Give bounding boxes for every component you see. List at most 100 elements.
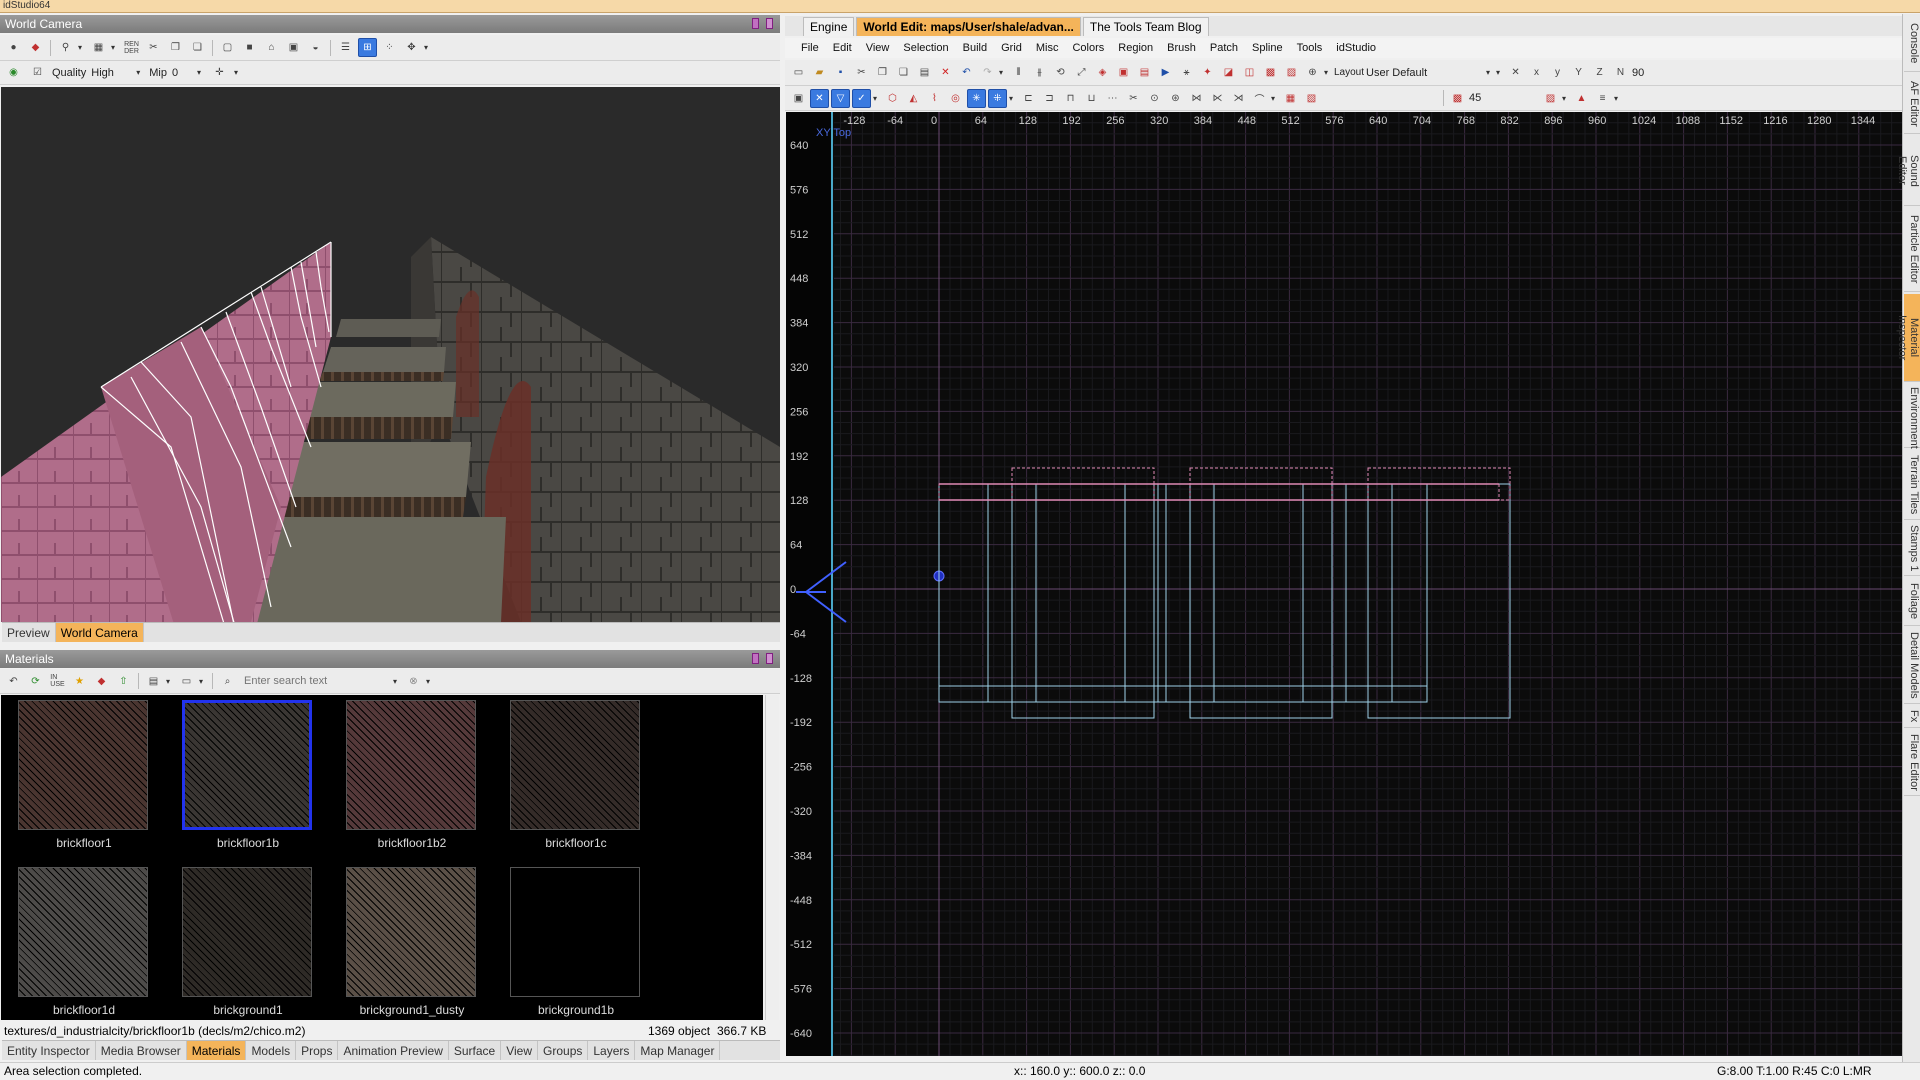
axis-yz-icon[interactable]: Y: [1569, 63, 1588, 82]
document-tab[interactable]: The Tools Team Blog: [1082, 17, 1209, 36]
cut-icon[interactable]: ✂: [852, 63, 871, 82]
box-icon[interactable]: ▢: [218, 38, 237, 57]
sphere-icon[interactable]: ◎: [946, 89, 965, 108]
snap-icon[interactable]: ⚲: [56, 38, 75, 57]
tab-preview[interactable]: Preview: [2, 623, 56, 642]
paste-icon[interactable]: ▤: [915, 63, 934, 82]
align-2-icon[interactable]: ⊐: [1040, 89, 1059, 108]
copy-icon[interactable]: ❐: [166, 38, 185, 57]
chevron-down-icon[interactable]: ▾: [424, 41, 432, 55]
select-icon[interactable]: ✕: [810, 88, 829, 108]
dock-tab-af-editor[interactable]: AF Editor: [1904, 74, 1920, 134]
material-thumbnail[interactable]: [346, 700, 476, 830]
checkbox-icon[interactable]: ☑: [28, 63, 47, 82]
chevron-down-icon[interactable]: ▾: [1009, 91, 1017, 105]
undo-icon[interactable]: ↶: [957, 63, 976, 82]
vertex-tool-icon[interactable]: ⋈: [1187, 89, 1206, 108]
tab-animation-preview[interactable]: Animation Preview: [338, 1041, 449, 1060]
tab-entity-inspector[interactable]: Entity Inspector: [2, 1041, 96, 1060]
grid-snap-icon[interactable]: ⁜: [988, 88, 1007, 108]
center-icon[interactable]: ✦: [1198, 63, 1217, 82]
materials-scrollbar[interactable]: [765, 695, 779, 1020]
render-text-icon[interactable]: REN DER: [122, 38, 141, 57]
refresh-icon[interactable]: ⟳: [26, 672, 45, 691]
menu-view[interactable]: View: [866, 42, 890, 54]
rotation-angle[interactable]: 90: [1632, 67, 1644, 79]
view-mode-icon[interactable]: ▦: [89, 38, 108, 57]
material-thumbnail[interactable]: [510, 867, 640, 997]
layout-select[interactable]: User Default: [1366, 67, 1484, 79]
csg-icon[interactable]: ◈: [1093, 63, 1112, 82]
material-tile[interactable]: brickfloor1d: [18, 867, 150, 1017]
axis-y-icon[interactable]: y: [1548, 63, 1567, 82]
flip-y-icon[interactable]: ⫵: [1030, 63, 1049, 82]
chevron-down-icon[interactable]: ▾: [136, 66, 144, 80]
texture-lock-icon[interactable]: ⚹: [1177, 63, 1196, 82]
material-thumbnail[interactable]: [182, 867, 312, 997]
close-icon[interactable]: [766, 653, 773, 664]
menu-brush[interactable]: Brush: [1167, 42, 1196, 54]
square-icon[interactable]: ■: [240, 38, 259, 57]
material-tile[interactable]: brickfloor1b: [182, 700, 314, 850]
material-tile[interactable]: brickground1b: [510, 867, 642, 1017]
chevron-down-icon[interactable]: ▾: [111, 41, 119, 55]
menu-region[interactable]: Region: [1118, 42, 1153, 54]
quality-select[interactable]: High: [91, 67, 131, 79]
zoom-icon[interactable]: ⊙: [1145, 89, 1164, 108]
menu-patch[interactable]: Patch: [1210, 42, 1238, 54]
tab-layers[interactable]: Layers: [588, 1041, 636, 1060]
material-tile[interactable]: brickground1_dusty: [346, 867, 478, 1017]
material-thumbnail[interactable]: [18, 700, 148, 830]
chevron-down-icon[interactable]: ▾: [999, 66, 1007, 80]
tools-icon[interactable]: ✂: [144, 38, 163, 57]
rotate-icon[interactable]: ⟲: [1051, 63, 1070, 82]
delete-icon[interactable]: ✕: [936, 63, 955, 82]
document-tab[interactable]: World Edit: maps/User/shale/advan...: [856, 17, 1081, 36]
flip-x-icon[interactable]: ⫴: [1009, 63, 1028, 82]
chevron-down-icon[interactable]: ▾: [1486, 66, 1494, 80]
render-icon[interactable]: ●: [4, 38, 23, 57]
vertex-icon[interactable]: ✳: [967, 88, 986, 108]
menu-idstudio[interactable]: idStudio: [1336, 42, 1376, 54]
picture-icon[interactable]: ▨: [1282, 63, 1301, 82]
move-icon[interactable]: ✥: [402, 38, 421, 57]
tab-surface[interactable]: Surface: [449, 1041, 502, 1060]
material-tile[interactable]: brickfloor1b2: [346, 700, 478, 850]
dock-tab-detail-models[interactable]: Detail Models: [1904, 628, 1920, 704]
shield-icon[interactable]: ◆: [92, 672, 111, 691]
brush-tool-icon[interactable]: ▦: [1281, 89, 1300, 108]
tab-groups[interactable]: Groups: [538, 1041, 589, 1060]
material-thumbnail[interactable]: [510, 700, 640, 830]
open-icon[interactable]: ▰: [810, 63, 829, 82]
ortho-viewport[interactable]: -128 -64 0 64 128 192 256 320 384 448 512 576 640 704…: [786, 112, 1902, 1056]
axis-x-icon[interactable]: x: [1527, 63, 1546, 82]
axis-xy-icon[interactable]: ✕: [1506, 63, 1525, 82]
menu-spline[interactable]: Spline: [1252, 42, 1283, 54]
menu-build[interactable]: Build: [963, 42, 987, 54]
chevron-down-icon[interactable]: ▾: [1271, 91, 1279, 105]
dock-tab-terrain-tiles[interactable]: Terrain Tiles: [1904, 450, 1920, 520]
menu-colors[interactable]: Colors: [1072, 42, 1104, 54]
align-1-icon[interactable]: ⊏: [1019, 89, 1038, 108]
material-thumbnail[interactable]: [346, 867, 476, 997]
tab-media-browser[interactable]: Media Browser: [96, 1041, 187, 1060]
dock-tab-environment[interactable]: Environment: [1904, 384, 1920, 449]
grid-view-icon[interactable]: ▤: [144, 672, 163, 691]
dock-tab-flare-editor[interactable]: Flare Editor: [1904, 730, 1920, 796]
material-thumbnail[interactable]: [182, 700, 312, 830]
pin-icon[interactable]: [752, 18, 759, 29]
cone-icon[interactable]: ◭: [904, 89, 923, 108]
hazard-icon[interactable]: ≡: [1593, 89, 1612, 108]
copy-icon[interactable]: ❏: [894, 63, 913, 82]
image-icon[interactable]: ▣: [284, 38, 303, 57]
align-3-icon[interactable]: ⊓: [1061, 89, 1080, 108]
chevron-down-icon[interactable]: ▾: [1562, 91, 1570, 105]
tab-map-manager[interactable]: Map Manager: [635, 1041, 721, 1060]
close-icon[interactable]: [766, 18, 773, 29]
dock-tab-fx[interactable]: Fx: [1904, 706, 1920, 728]
angle-icon[interactable]: ▩: [1448, 89, 1467, 108]
in-use-icon[interactable]: IN USE: [48, 672, 67, 691]
tab-models[interactable]: Models: [246, 1041, 297, 1060]
chevron-down-icon[interactable]: ▾: [197, 66, 205, 80]
thumbnail-size-icon[interactable]: ▭: [177, 672, 196, 691]
